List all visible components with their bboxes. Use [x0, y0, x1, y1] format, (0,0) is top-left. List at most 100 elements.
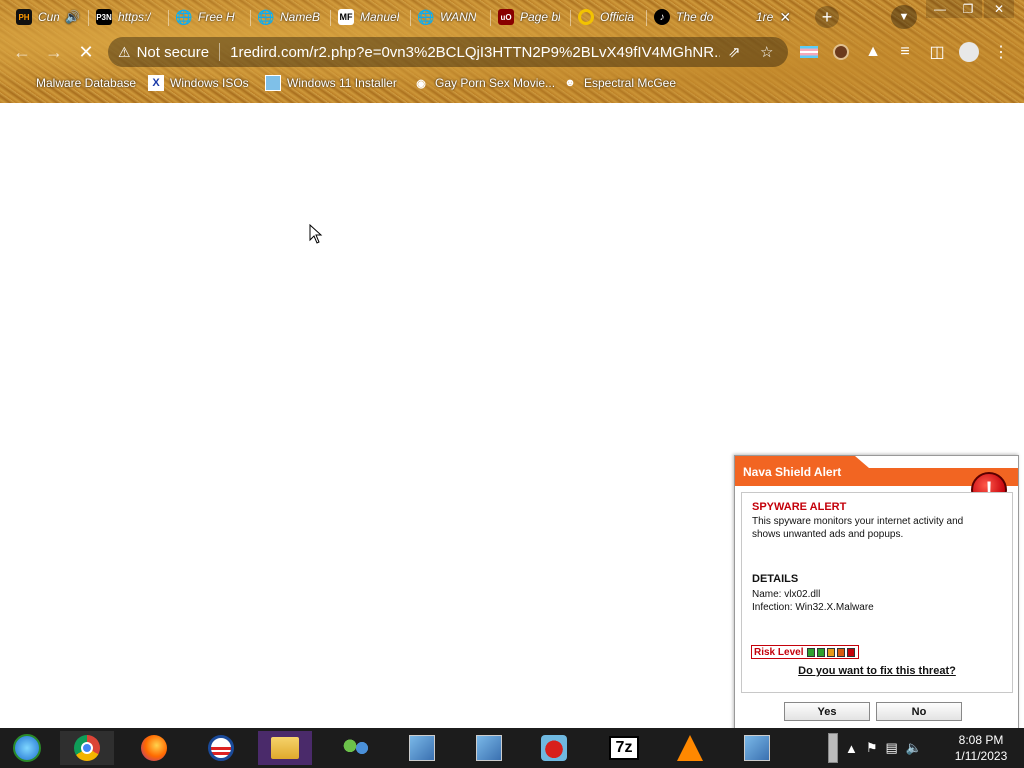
- spyware-alert-title: SPYWARE ALERT: [752, 501, 847, 513]
- side-panel-icon[interactable]: ◫: [926, 41, 948, 63]
- kebab-menu-icon[interactable]: ⋮: [990, 41, 1012, 63]
- taskbar: 7z ▲ ⚑ ▤ 🔈 8:08 PM 1/11/2023: [0, 728, 1024, 768]
- mf-icon: MF: [338, 9, 354, 25]
- tab-label: The do: [676, 10, 714, 24]
- browser-chrome: PH Cum 🔊 P3N https:/ 🌐 Free H 🌐 NameB MF…: [0, 0, 1024, 103]
- risk-level-meter: Risk Level: [751, 645, 859, 659]
- tab-label: NameB: [280, 10, 320, 24]
- threat-name: Name: vlx02.dll: [752, 589, 821, 600]
- tab-4[interactable]: MF Manuel: [332, 4, 410, 30]
- toolbar: ← → ✕ ⚠ Not secure 1redird.com/r2.php?e=…: [0, 34, 1024, 70]
- tab-2[interactable]: 🌐 Free H: [170, 4, 250, 30]
- new-tab-button[interactable]: +: [815, 6, 839, 28]
- tab-5[interactable]: 🌐 WANN: [412, 4, 490, 30]
- avatar-extension-icon[interactable]: [830, 41, 852, 63]
- star-icon[interactable]: ☆: [760, 43, 773, 61]
- share-icon[interactable]: ⇗: [728, 43, 741, 61]
- alert-title: Nava Shield Alert: [743, 465, 842, 479]
- pornhub-icon: PH: [16, 9, 32, 25]
- 7z-label: 7z: [609, 736, 639, 760]
- flag-icon[interactable]: ⚑: [866, 740, 878, 756]
- yes-button[interactable]: Yes: [784, 702, 870, 721]
- alert-body: SPYWARE ALERT This spyware monitors your…: [741, 492, 1013, 693]
- minimize-icon[interactable]: —: [926, 0, 954, 18]
- no-button[interactable]: No: [876, 702, 962, 721]
- angry-birds-icon[interactable]: [527, 731, 581, 765]
- forward-arrow-icon[interactable]: →: [43, 41, 65, 63]
- 7zip-icon[interactable]: 7z: [597, 731, 651, 765]
- tab-label: Free H: [198, 10, 235, 24]
- tab-8[interactable]: ♪ The do: [648, 4, 728, 30]
- x-logo-icon: X: [148, 75, 164, 91]
- media-queue-icon[interactable]: ≡: [894, 41, 916, 63]
- threat-infection: Infection: Win32.X.Malware: [752, 602, 874, 613]
- bookmark-espectral-mcgee[interactable]: ☻ Espectral McGee: [562, 75, 676, 91]
- ublock-icon: uO: [498, 9, 514, 25]
- tab-6[interactable]: uO Page bl: [492, 4, 568, 30]
- chevron-down-icon[interactable]: ▼: [891, 5, 917, 29]
- bookmark-icon: [14, 75, 30, 91]
- warning-triangle-icon[interactable]: ⚠: [118, 44, 131, 61]
- ring-icon: [578, 9, 594, 25]
- back-arrow-icon[interactable]: ←: [11, 41, 33, 63]
- tab-active[interactable]: 1re ✕: [750, 4, 800, 30]
- flag-extension-icon[interactable]: [798, 41, 820, 63]
- bookmark-label: Windows 11 Installer: [287, 76, 397, 90]
- installer-icon[interactable]: [730, 731, 784, 765]
- film-reel-icon: ◉: [416, 77, 426, 90]
- chrome-icon[interactable]: [60, 731, 114, 765]
- bookmarks-bar: Malware Database X Windows ISOs Windows …: [0, 70, 1024, 98]
- bookmark-movies[interactable]: ◉ Gay Porn Sex Movie...: [413, 75, 555, 91]
- p3n-icon: P3N: [96, 9, 112, 25]
- tab-7[interactable]: Officia: [572, 4, 646, 30]
- network-users-icon[interactable]: [329, 731, 383, 765]
- bookmark-windows-isos[interactable]: X Windows ISOs: [148, 75, 249, 91]
- profile-icon[interactable]: [958, 41, 980, 63]
- tab-1[interactable]: P3N https:/: [90, 4, 166, 30]
- windows-media-center-icon[interactable]: [0, 731, 54, 765]
- file-explorer-icon[interactable]: [258, 731, 312, 765]
- mouse-pointer-icon: [309, 224, 323, 244]
- risk-segment: [807, 647, 816, 657]
- bookmark-label: Windows ISOs: [170, 76, 249, 90]
- tiktok-icon: ♪: [654, 9, 670, 25]
- globe-icon: 🌐: [257, 8, 275, 25]
- vlc-icon[interactable]: [663, 731, 717, 765]
- divider: [219, 43, 221, 61]
- installer-icon[interactable]: [395, 731, 449, 765]
- tab-strip: PH Cum 🔊 P3N https:/ 🌐 Free H 🌐 NameB MF…: [0, 0, 1024, 34]
- risk-segment: [847, 647, 856, 657]
- show-desktop-scroll-icon[interactable]: [818, 731, 848, 765]
- bookmark-label: Espectral McGee: [584, 76, 677, 90]
- speaker-icon[interactable]: 🔊: [65, 10, 80, 24]
- clock[interactable]: 8:08 PM 1/11/2023: [947, 732, 1015, 764]
- fix-threat-question[interactable]: Do you want to fix this threat?: [742, 665, 1012, 677]
- bookmark-windows-11-installer[interactable]: Windows 11 Installer: [265, 75, 397, 91]
- url-text[interactable]: 1redird.com/r2.php?e=0vn3%2BCLQjI3HTTN2P…: [230, 44, 720, 61]
- risk-segment: [827, 647, 836, 657]
- bookmark-label: Malware Database: [36, 76, 137, 90]
- network-icon[interactable]: ▤: [886, 740, 898, 756]
- risk-segment: [817, 647, 826, 657]
- tab-0[interactable]: PH Cum 🔊: [10, 4, 86, 30]
- risk-segment: [837, 647, 846, 657]
- bookmark-label: Gay Porn Sex Movie...: [435, 76, 556, 90]
- tab-label: 1re: [756, 10, 774, 24]
- campaign-logo-icon[interactable]: [194, 731, 248, 765]
- spyware-description: This spyware monitors your internet acti…: [752, 516, 964, 540]
- tab-label: Cum: [38, 10, 59, 24]
- window-close-icon[interactable]: ✕: [984, 0, 1014, 18]
- restore-icon[interactable]: ❐: [954, 0, 982, 18]
- firefox-icon[interactable]: [127, 731, 181, 765]
- bookmark-malware-database[interactable]: Malware Database: [14, 75, 136, 91]
- security-label[interactable]: Not secure: [137, 44, 210, 61]
- tab-label: Officia: [600, 10, 635, 24]
- stop-loading-icon[interactable]: ✕: [75, 41, 97, 63]
- installer-icon[interactable]: [462, 731, 516, 765]
- volume-icon[interactable]: 🔈: [906, 740, 922, 756]
- tab-3[interactable]: 🌐 NameB: [252, 4, 330, 30]
- puzzle-icon[interactable]: ▲: [862, 41, 884, 63]
- chevron-up-icon[interactable]: ▲: [845, 741, 858, 756]
- address-bar[interactable]: ⚠ Not secure 1redird.com/r2.php?e=0vn3%2…: [108, 37, 788, 67]
- close-icon[interactable]: ✕: [779, 9, 791, 26]
